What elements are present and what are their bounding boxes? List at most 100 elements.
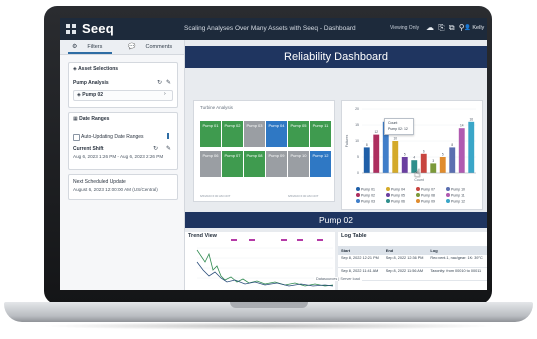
legend-label: Pump 12 (451, 199, 466, 204)
table-row[interactable]: Sep 8, 2022 12:21 PM Sep 8, 2022 12:36 P… (338, 255, 487, 268)
turbine-analysis-panel: Turbine Analysis Pump 01 Pump 02 Pump 03 Pu… (193, 100, 335, 202)
laptop-base (4, 302, 533, 322)
date-ranges-card: ▦ Date Ranges Auto-Updating Date Ranges … (68, 112, 178, 170)
pump-tile[interactable]: Pump 04 (266, 121, 287, 147)
footer-links[interactable]: Datasources | Server load (314, 277, 362, 281)
bar (439, 157, 446, 173)
row-log: Rec:vent.1, nac/gear: 1K: 39°C (427, 255, 487, 268)
base-notch (230, 302, 308, 308)
bar (401, 157, 408, 173)
tab-comments[interactable]: 💬 Comments (128, 43, 172, 50)
user-name: Kelly (472, 25, 485, 31)
legend-item[interactable]: Pump 04 (386, 187, 405, 192)
pump-tile[interactable]: Pump 01 (200, 121, 221, 147)
legend-label: Pump 09 (421, 199, 436, 204)
legend-label: Pump 10 (451, 187, 466, 192)
row-end: Sep 8, 2022 12:36 PM (382, 255, 428, 268)
legend-label: Pump 04 (391, 187, 406, 192)
trend-chart (196, 239, 334, 287)
bar (430, 163, 437, 173)
bar (468, 121, 475, 173)
refresh-icon[interactable]: ↻ (157, 79, 162, 86)
log-table: Start End Log Sep 8, 2022 12:21 PM Sep 8… (338, 246, 487, 281)
turbine-footer-left: 6/6/2023 6:00 AM CDT (200, 194, 231, 198)
legend-item[interactable]: Pump 01 (356, 187, 375, 192)
top-bar: Seeq Scaling Analyses Over Many Assets w… (60, 18, 487, 40)
refresh-icon[interactable]: ↻ (153, 145, 158, 152)
pump-tile[interactable]: Pump 03 (244, 121, 265, 147)
bar (373, 134, 380, 173)
data-label: 4 (413, 156, 415, 160)
legend-item[interactable]: Pump 02 (356, 193, 375, 198)
turbine-title: Turbine Analysis (200, 105, 233, 110)
trend-view-panel: Trend View (185, 232, 335, 290)
legend-item[interactable]: Pump 08 (416, 193, 435, 198)
legend-item[interactable]: Pump 03 (356, 199, 375, 204)
bar (363, 147, 370, 173)
pump-tile[interactable]: Pump 12 (310, 151, 331, 177)
left-panel: ⚙ Filters 💬 Comments ◈ Asset Selections Pu… (60, 40, 185, 290)
pump-tile[interactable]: Pump 07 (222, 151, 243, 177)
row-log: Taxonity: from 00010 to 00011 (427, 267, 487, 281)
pump-tile[interactable]: Pump 08 (244, 151, 265, 177)
edit-icon[interactable]: ✎ (166, 79, 171, 86)
bar (420, 153, 427, 173)
column-start[interactable]: Start (338, 246, 383, 255)
legend-item[interactable]: Pump 09 (416, 199, 435, 204)
legend-item[interactable]: Pump 07 (416, 187, 435, 192)
legend-item[interactable]: Pump 10 (446, 187, 465, 192)
legend-swatch (446, 199, 450, 203)
data-label: 8 (366, 143, 368, 147)
current-shift-value: Aug 6, 2023 1:26 PM - Aug 6, 2023 2:26 P… (73, 154, 164, 159)
legend-label: Pump 06 (391, 199, 406, 204)
data-label: 3 (432, 159, 434, 163)
legend-item[interactable]: Pump 05 (386, 193, 405, 198)
capsule (231, 239, 237, 241)
trend-line-dark (196, 261, 334, 287)
data-label: 8 (451, 143, 453, 147)
current-shift-label: Current Shift (73, 146, 104, 152)
asset-selections-heading: ◈ Asset Selections (73, 66, 119, 72)
log-table-header: Start End Log (338, 246, 487, 255)
capsule (249, 239, 255, 241)
asset-select[interactable]: ◈ Pump 02 › (73, 90, 173, 101)
legend-swatch (356, 187, 360, 191)
pump-tile[interactable]: Pump 09 (266, 151, 287, 177)
column-end[interactable]: End (382, 246, 428, 255)
legend-swatch (416, 193, 420, 197)
apps-grid-icon[interactable] (66, 24, 76, 34)
user-menu[interactable]: 👤 Kelly (464, 25, 484, 31)
tab-filters[interactable]: ⚙ Filters (72, 43, 102, 50)
legend-swatch (446, 187, 450, 191)
y-axis-label: Failures (345, 135, 349, 148)
chart-legend: Pump 01 Pump 02 Pump 03 Pump 04 Pump 05 Pump … (356, 187, 480, 209)
next-update-label: Next Scheduled Update (73, 179, 126, 185)
seeq-logo[interactable]: Seeq (82, 21, 114, 36)
legend-swatch (356, 193, 360, 197)
legend-item[interactable]: Pump 11 (446, 193, 465, 198)
capsule (317, 239, 323, 241)
toolbar-icons[interactable]: ☁ ⎘ ⧉ ⚲ (426, 23, 466, 33)
document-title: Scaling Analyses Over Many Assets with S… (184, 25, 356, 32)
section-title: Pump 02 (185, 212, 487, 228)
pump-tile[interactable]: Pump 10 (288, 151, 309, 177)
edit-icon[interactable]: ✎ (166, 145, 171, 152)
viewing-only-label: Viewing Only (390, 25, 420, 31)
pump-tile[interactable]: Pump 11 (310, 121, 331, 147)
log-table-title: Log Table (341, 233, 367, 239)
tooltip-title: Count (388, 121, 398, 125)
data-label: 6 (423, 149, 425, 153)
data-label: 10 (393, 137, 397, 141)
legend-label: Pump 05 (391, 193, 406, 198)
y-tick-label: 20 (355, 107, 359, 111)
auto-update-checkbox[interactable] (73, 134, 80, 141)
pump-tile[interactable]: Pump 05 (288, 121, 309, 147)
pump-tile[interactable]: Pump 06 (200, 151, 221, 177)
pump-tile[interactable]: Pump 02 (222, 121, 243, 147)
legend-swatch (416, 199, 420, 203)
tooltip-value: Pump 02: 12 (388, 127, 408, 131)
column-log[interactable]: Log (427, 246, 487, 255)
data-label: 5 (442, 153, 444, 157)
legend-item[interactable]: Pump 12 (446, 199, 465, 204)
legend-item[interactable]: Pump 06 (386, 199, 405, 204)
